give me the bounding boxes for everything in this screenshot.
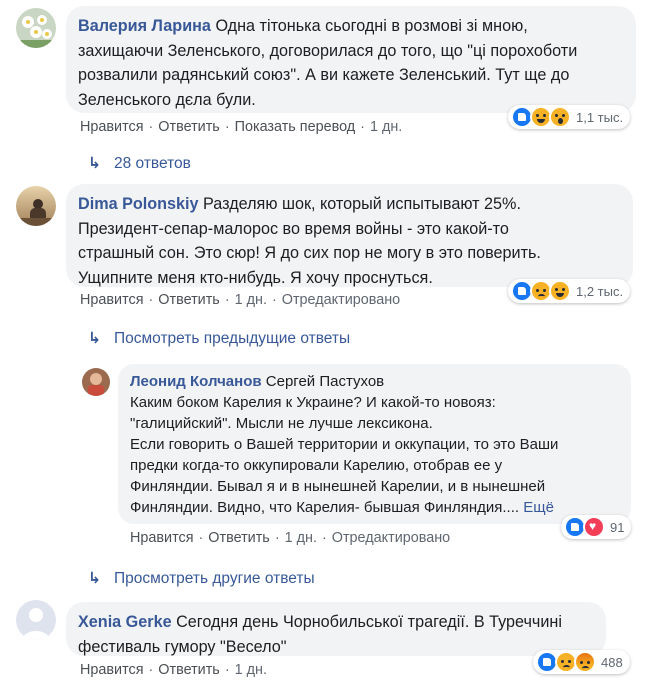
- reply-button[interactable]: Ответить: [208, 530, 270, 546]
- comment-text-line: Ущипните меня кто-нибудь. Я хочу проснут…: [78, 268, 433, 287]
- comment-bubble: Валерия Ларина Одна тітонька сьогодні в …: [66, 6, 636, 113]
- reply-arrow-icon: ↳: [88, 570, 101, 587]
- reply-button[interactable]: Ответить: [158, 292, 220, 308]
- comment-text-line: предки когда-то оккупировали Карелию, от…: [130, 457, 503, 474]
- comment-text-line: розвалили радянський союз". А ви кажете …: [78, 66, 570, 85]
- translate-button[interactable]: Показать перевод: [235, 119, 356, 135]
- edited-label[interactable]: Отредактировано: [282, 292, 400, 308]
- comment-author[interactable]: Леонид Колчанов: [130, 373, 262, 390]
- comment-bubble: Xenia Gerke Сегодня день Чорнобильської …: [66, 602, 606, 656]
- like-button[interactable]: Нравится: [80, 662, 144, 678]
- reply-bubble: Леонид Колчанов Сергей Пастухов Каким бо…: [118, 364, 631, 524]
- comment-timestamp[interactable]: 1 дн.: [235, 662, 267, 678]
- reactions-count: 1,2 тыс.: [576, 283, 624, 299]
- reactions-count: 488: [601, 654, 623, 670]
- wow-icon: [549, 106, 571, 128]
- comment-text-line: "галицийский". Мысли не лучше лексикона.: [130, 415, 433, 432]
- comment-text-line: Финляндии. Бывал я и в нынешней Карелии,…: [130, 478, 546, 495]
- love-icon: [583, 516, 605, 538]
- reactions-summary[interactable]: 91: [561, 515, 631, 539]
- comment-actions: Нравится · Ответить · 1 дн. · Отредактировано: [130, 530, 451, 546]
- reactions-count: 1,1 тыс.: [576, 109, 624, 125]
- angry-icon: [574, 651, 596, 673]
- comment-text-line: фестиваль гумору "Весело": [78, 637, 287, 656]
- view-previous-replies-link[interactable]: ↳ Посмотреть предыдущие ответы: [88, 329, 350, 348]
- comment-text-line: Если говорить о Вашей территории и оккуп…: [130, 436, 559, 453]
- haha-icon: [549, 280, 571, 302]
- like-button[interactable]: Нравится: [80, 292, 144, 308]
- comment-actions: Нравится · Ответить · Показать перевод · 1 дн.: [80, 119, 403, 135]
- comment-bubble: Dima Polonskiy Разделяю шок, который исп…: [66, 184, 633, 287]
- comment-timestamp[interactable]: 1 дн.: [285, 530, 317, 546]
- reactions-summary[interactable]: 1,1 тыс.: [508, 105, 630, 129]
- reactions-summary[interactable]: 1,2 тыс.: [508, 279, 630, 303]
- reply-arrow-icon: ↳: [88, 155, 101, 172]
- like-button[interactable]: Нравится: [80, 119, 144, 135]
- see-more-link[interactable]: Ещё: [523, 499, 554, 516]
- comment-text-line: Сегодня день Чорнобильської трагедії. В …: [176, 613, 562, 631]
- comment-text-line: Разделяю шок, который испытывают 25%.: [203, 195, 521, 213]
- comment-text-line: Финляндии. Видно, что Карелия- бывшая Фи…: [130, 499, 520, 516]
- mentioned-user[interactable]: Сергей Пастухов: [266, 373, 384, 390]
- comment-author[interactable]: Xenia Gerke: [78, 613, 172, 631]
- reactions-summary[interactable]: 488: [533, 650, 630, 674]
- reply-button[interactable]: Ответить: [158, 662, 220, 678]
- comment-timestamp[interactable]: 1 дн.: [235, 292, 267, 308]
- comment-actions: Нравится · Ответить · 1 дн. · Отредактировано: [80, 292, 401, 308]
- comment-author[interactable]: Dima Polonskiy: [78, 195, 199, 213]
- like-button[interactable]: Нравится: [130, 530, 194, 546]
- reply-arrow-icon: ↳: [88, 330, 101, 347]
- avatar-valeria[interactable]: [16, 8, 56, 48]
- avatar-dima[interactable]: [16, 186, 56, 226]
- reply-button[interactable]: Ответить: [158, 119, 220, 135]
- comment-text-line: Президент-сепар-малорос во время войны -…: [78, 219, 509, 238]
- avatar-leonid[interactable]: [82, 368, 110, 396]
- reactions-count: 91: [610, 519, 625, 535]
- comment-timestamp[interactable]: 1 дн.: [370, 119, 402, 135]
- comment-author[interactable]: Валерия Ларина: [78, 17, 211, 35]
- comment-text-line: Каким боком Карелия к Украине? И какой-т…: [130, 394, 496, 411]
- comment-text-line: Одна тітонька сьогодні в розмові зі мною…: [215, 17, 528, 35]
- view-other-replies-link[interactable]: ↳ Просмотреть другие ответы: [88, 569, 315, 588]
- view-replies-link[interactable]: ↳ 28 ответов: [88, 154, 191, 173]
- comment-text-line: захищаючи Зеленського, договорилася до т…: [78, 41, 578, 60]
- edited-label[interactable]: Отредактировано: [332, 530, 450, 546]
- avatar-xenia[interactable]: [16, 600, 56, 640]
- comment-actions: Нравится · Ответить · 1 дн.: [80, 662, 267, 678]
- comment-text-line: страшный сон. Это сюр! Я до сих пор не м…: [78, 244, 541, 263]
- comment-text-line: Зеленського дєла були.: [78, 90, 256, 109]
